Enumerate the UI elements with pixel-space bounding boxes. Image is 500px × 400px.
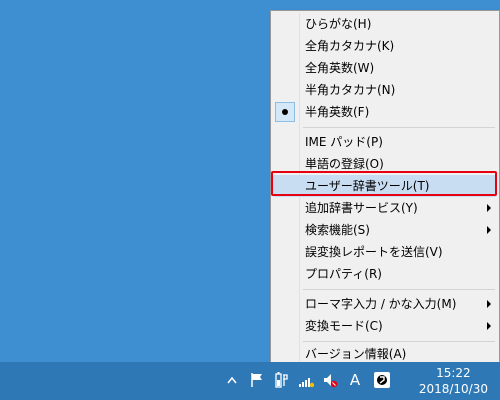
clock-date: 2018/10/30 [418,382,488,396]
network-signal-icon[interactable] [297,371,315,389]
menu-item-label: 半角カタカナ(N) [305,83,396,97]
menu-item-label: プロパティ(R) [305,267,382,281]
ime-status-icon[interactable] [372,371,392,389]
menu-item-label: 全角カタカナ(K) [305,39,395,53]
red-highlight-frame [271,171,497,196]
menu-item-add-dictionary-service[interactable]: 追加辞書サービス(Y) [273,197,497,219]
menu-item-label: ローマ字入力 / かな入力(M) [305,297,457,311]
menu-item-hiragana[interactable]: ひらがな(H) [273,13,497,35]
menu-item-label: IME パッド(P) [305,135,383,149]
menu-item-conversion-mode[interactable]: 変換モード(C) [273,315,497,337]
submenu-arrow-icon [487,322,491,330]
menu-item-fullwidth-katakana[interactable]: 全角カタカナ(K) [273,35,497,57]
menu-separator [303,289,495,290]
menu-separator [303,127,495,128]
menu-item-label: ひらがな(H) [305,17,372,31]
menu-item-label: 追加辞書サービス(Y) [305,201,418,215]
menu-item-label: 変換モード(C) [305,319,383,333]
taskbar: A 15:22 2018/10/30 [0,362,500,400]
menu-item-ime-pad[interactable]: IME パッド(P) [273,131,497,153]
menu-item-label: 誤変換レポートを送信(V) [305,245,443,259]
speaker-muted-icon[interactable] [321,371,339,389]
battery-power-icon[interactable] [273,371,291,389]
menu-item-label: 検索機能(S) [305,223,370,237]
clock-time: 15:22 [436,366,471,380]
ime-mode-indicator[interactable]: A [346,371,364,389]
submenu-arrow-icon [487,300,491,308]
action-center-flag-icon[interactable] [248,371,266,389]
submenu-arrow-icon [487,226,491,234]
menu-item-halfwidth-katakana[interactable]: 半角カタカナ(N) [273,79,497,101]
menu-item-search-function[interactable]: 検索機能(S) [273,219,497,241]
show-hidden-icons-chevron-icon[interactable] [226,371,238,389]
submenu-arrow-icon [487,204,491,212]
menu-item-label: 全角英数(W) [305,61,375,75]
menu-separator [303,341,495,342]
menu-item-properties[interactable]: プロパティ(R) [273,263,497,285]
menu-item-label: 半角英数(F) [305,105,370,119]
taskbar-clock[interactable]: 15:22 2018/10/30 [419,365,488,397]
menu-item-send-conversion-report[interactable]: 誤変換レポートを送信(V) [273,241,497,263]
menu-item-halfwidth-alphanumeric[interactable]: 半角英数(F) [273,101,497,123]
menu-item-input-method[interactable]: ローマ字入力 / かな入力(M) [273,293,497,315]
radio-bullet-icon [282,109,288,115]
menu-item-fullwidth-alphanumeric[interactable]: 全角英数(W) [273,57,497,79]
